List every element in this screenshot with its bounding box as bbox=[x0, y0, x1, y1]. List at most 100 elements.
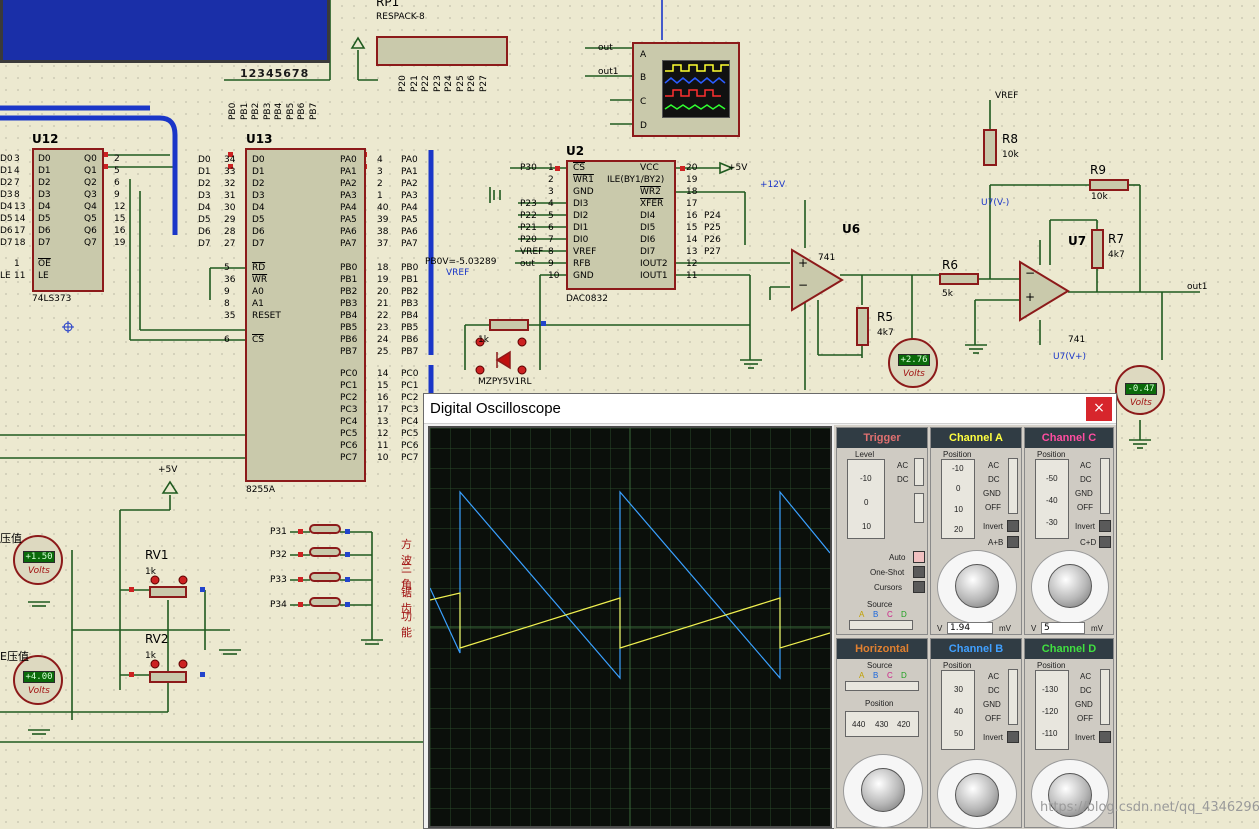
u13-net-label: PC5 bbox=[401, 429, 419, 439]
u2-net-label: P26 bbox=[704, 235, 721, 245]
u2-pin-label: WR1 bbox=[573, 175, 594, 185]
horizontal-source-slider[interactable] bbox=[845, 681, 919, 691]
u2-net-label: P25 bbox=[704, 223, 721, 233]
u12-pin-number: 2 bbox=[114, 154, 120, 164]
close-button[interactable]: × bbox=[1086, 397, 1112, 421]
u2-pin-label: DI6 bbox=[640, 235, 656, 245]
u12-net-label: D1 bbox=[0, 166, 13, 176]
pb-pin-label: PB7 bbox=[308, 102, 319, 120]
u6-supply: +12V bbox=[760, 180, 786, 190]
channel-d-position-slider[interactable]: -130 -120 -110 bbox=[1035, 670, 1069, 750]
channel-b-mode-switch[interactable] bbox=[1008, 669, 1018, 725]
trigger-oneshot-button[interactable] bbox=[913, 566, 925, 578]
r8-net: VREF bbox=[995, 91, 1019, 101]
u12-pin-number: 18 bbox=[14, 238, 26, 248]
pb0-probe: PB0V=-5.03289 bbox=[425, 257, 497, 267]
horizontal-time-knob[interactable] bbox=[861, 768, 905, 812]
channel-a-header: Channel A bbox=[931, 428, 1021, 448]
u13-part: 8255A bbox=[246, 485, 276, 495]
u13-pin-label: PA1 bbox=[340, 167, 357, 177]
u13-net-label: PB0 bbox=[401, 263, 419, 273]
u2-net-label: out bbox=[520, 259, 535, 269]
u13-pin-number: 25 bbox=[377, 347, 389, 357]
trigger-level-slider[interactable]: -10 0 10 bbox=[847, 459, 885, 539]
u13-net-label: PA1 bbox=[401, 167, 418, 177]
u13-net-label: PC0 bbox=[401, 369, 419, 379]
pot-value: 1k bbox=[478, 335, 489, 345]
rv1-value: 1k bbox=[145, 567, 156, 577]
channel-c-combine-button[interactable] bbox=[1099, 536, 1111, 548]
trigger-header: Trigger bbox=[837, 428, 927, 448]
u12-pin-label: Q5 bbox=[84, 214, 97, 224]
u13-pin-label: D7 bbox=[252, 239, 265, 249]
channel-c-volts-field[interactable]: 5 bbox=[1041, 622, 1085, 634]
u13-pin-label: PC2 bbox=[340, 393, 358, 403]
channel-b-volts-knob[interactable] bbox=[955, 773, 999, 817]
u2-pin-number: 2 bbox=[548, 175, 554, 185]
u13-pin-number: 30 bbox=[224, 203, 236, 213]
u2-net-label: P23 bbox=[520, 199, 537, 209]
channel-c-mode-switch[interactable] bbox=[1100, 458, 1110, 514]
u13-pin-number: 5 bbox=[224, 263, 230, 273]
u13-pin-label: PB5 bbox=[340, 323, 358, 333]
u13-net-label: PA0 bbox=[401, 155, 418, 165]
trigger-edge-switch[interactable] bbox=[914, 493, 924, 523]
u2-pin-number: 9 bbox=[548, 259, 554, 269]
r6-value: 5k bbox=[942, 289, 953, 299]
u6-name: U6 bbox=[842, 222, 861, 236]
u7-vplus: U7(V+) bbox=[1053, 352, 1087, 362]
rp1-part: RESPACK-8 bbox=[376, 12, 425, 22]
oscilloscope-titlebar[interactable]: Digital Oscilloscope × bbox=[424, 394, 1116, 424]
trigger-auto-button[interactable] bbox=[913, 551, 925, 563]
u12-part: 74LS373 bbox=[32, 294, 72, 304]
u13-pin-number: 10 bbox=[377, 453, 389, 463]
channel-a-mode-switch[interactable] bbox=[1008, 458, 1018, 514]
u2-pin-number: 14 bbox=[686, 235, 698, 245]
u13-pin-label: RD bbox=[252, 263, 266, 273]
u13-pin-number: 36 bbox=[224, 275, 236, 285]
u2-net-label: P30 bbox=[520, 163, 537, 173]
channel-b-invert-button[interactable] bbox=[1007, 731, 1019, 743]
u6-pin-minus: − bbox=[798, 278, 809, 292]
u13-pin-number: 27 bbox=[224, 239, 236, 249]
channel-c-invert-button[interactable] bbox=[1099, 520, 1111, 532]
u2-pin-label: GND bbox=[573, 271, 594, 281]
trigger-panel: Trigger Level -10 0 10 AC DC Auto One-Sh… bbox=[836, 427, 928, 635]
u13-pin-label: PC7 bbox=[340, 453, 358, 463]
channel-c-panel: Channel C Position -50 -40 -30 AC DC GND… bbox=[1024, 427, 1114, 635]
oscilloscope-window: Digital Oscilloscope × Trigger Level -10… bbox=[423, 393, 1117, 829]
channel-a-volts-field[interactable]: 1.94 bbox=[947, 622, 993, 634]
trigger-coupling-switch[interactable] bbox=[914, 458, 924, 486]
channel-b-position-slider[interactable]: 30 40 50 bbox=[941, 670, 975, 750]
u13-pin-number: 8 bbox=[224, 299, 230, 309]
trigger-source-slider[interactable] bbox=[849, 620, 913, 630]
channel-d-invert-button[interactable] bbox=[1099, 731, 1111, 743]
horizontal-position-slider[interactable]: 440 430 420 bbox=[845, 711, 919, 737]
vref-probe: VREF bbox=[446, 268, 470, 278]
rp1-pin-label: P21 bbox=[409, 75, 420, 92]
rp1-body bbox=[376, 36, 508, 66]
pb-pin-label: PB2 bbox=[251, 102, 261, 120]
channel-a-position-slider[interactable]: -10 0 10 20 bbox=[941, 459, 975, 539]
trigger-cursors-button[interactable] bbox=[913, 581, 925, 593]
u13-pin-number: 15 bbox=[377, 381, 389, 391]
channel-a-volts-knob[interactable] bbox=[955, 564, 999, 608]
channel-a-combine-button[interactable] bbox=[1007, 536, 1019, 548]
channel-c-position-slider[interactable]: -50 -40 -30 bbox=[1035, 459, 1069, 539]
u2-pin-label: IOUT2 bbox=[640, 259, 668, 269]
u2-pin-label: WR2 bbox=[640, 187, 661, 197]
oscilloscope-traces bbox=[429, 428, 831, 826]
u13-net-label: D6 bbox=[198, 227, 211, 237]
u13-pin-number: 33 bbox=[224, 167, 236, 177]
u13-pin-number: 17 bbox=[377, 405, 389, 415]
u13-net-label: PA5 bbox=[401, 215, 418, 225]
u13-pin-label: PB2 bbox=[340, 287, 358, 297]
switch-label: P32 bbox=[270, 550, 287, 560]
trigger-dc: DC bbox=[897, 475, 909, 484]
u2-net-label: P24 bbox=[704, 211, 721, 221]
u13-net-label: PB1 bbox=[401, 275, 419, 285]
u13-net-label: PB6 bbox=[401, 335, 419, 345]
channel-c-volts-knob[interactable] bbox=[1048, 564, 1092, 608]
channel-a-invert-button[interactable] bbox=[1007, 520, 1019, 532]
channel-d-mode-switch[interactable] bbox=[1100, 669, 1110, 725]
